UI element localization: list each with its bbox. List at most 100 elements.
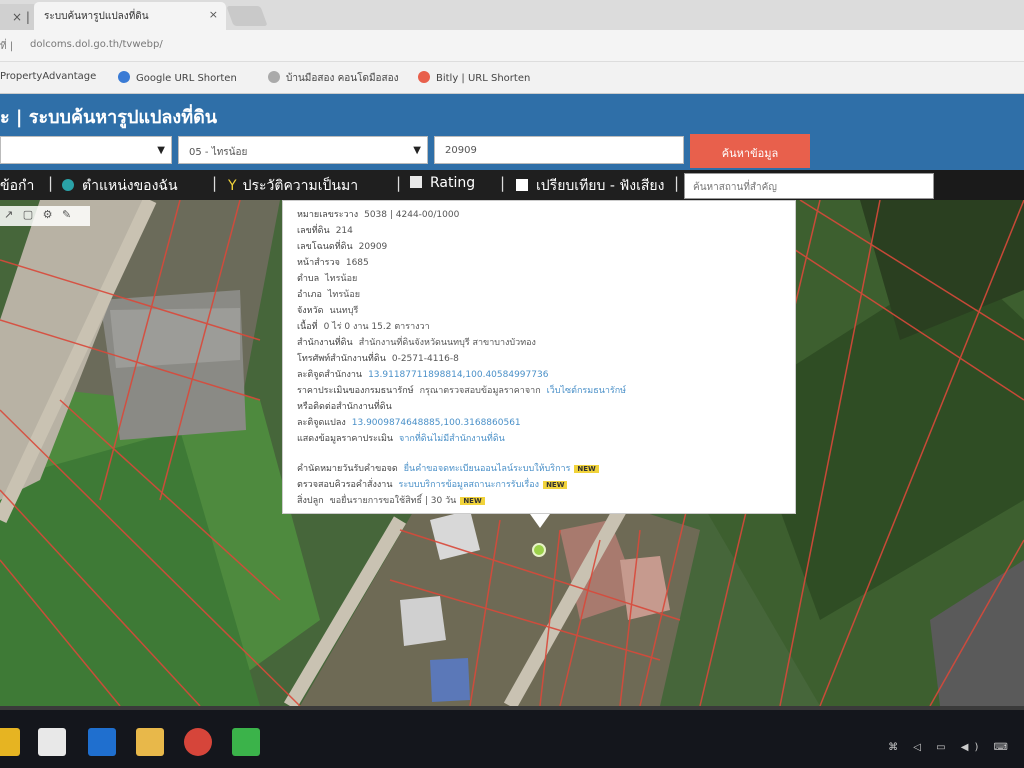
- system-tray[interactable]: ⌘ ◁ ▭ ◀) ⌨: [888, 742, 1014, 753]
- new-tab-button[interactable]: [226, 6, 268, 26]
- row-label: แสดงข้อมูลราคาประเมิน: [297, 434, 394, 444]
- popup-row: ราคาประเมินของกรมธนารักษ์ กรุณาตรวจสอบข้อ…: [297, 383, 626, 397]
- popup-row: หน้าสำรวจ 1685: [297, 255, 369, 269]
- chart-icon: [410, 176, 422, 188]
- toolbar-item-compare[interactable]: เปรียบเทียบ - ฟังเสียง: [516, 175, 664, 197]
- popup-row: ตำบล ไทรน้อย: [297, 271, 357, 285]
- toolbar-item-label: ตำแหน่งของฉัน: [82, 178, 178, 194]
- map-draw-tools: ↗ ▢ ⚙ ✎: [0, 206, 90, 226]
- row-value: 214: [335, 226, 353, 236]
- toolbar-item-my-location[interactable]: ตำแหน่งของฉัน: [62, 175, 178, 197]
- row-value: 0 ไร่ 0 งาน 15.2 ตารางวา: [323, 322, 430, 332]
- bookmark-baan-mue-song[interactable]: บ้านมือสอง คอนโดมือสอง: [268, 71, 399, 86]
- popup-row: อำเภอ ไทรน้อย: [297, 287, 360, 301]
- popup-row: สำนักงานที่ดิน สำนักงานที่ดินจังหวัดนนทบุ…: [297, 335, 536, 349]
- online-registration-link[interactable]: ยื่นคำขอจดทะเบียนออนไลน์ระบบให้บริการ: [404, 464, 571, 474]
- toolbar-item-label: Rating: [430, 175, 476, 191]
- appraisal-link[interactable]: จากที่ดินไม่มีสำนักงานที่ดิน: [399, 434, 505, 444]
- toolbar-item-history[interactable]: Y ประวัติความเป็นมา: [228, 175, 358, 197]
- popup-row: ละติจูดแปลง 13.9009874648885,100.31688605…: [297, 415, 521, 429]
- row-label: ละติจูดแปลง: [297, 418, 346, 428]
- popup-row: โทรศัพท์สำนักงานที่ดิน 0-2571-4116-8: [297, 351, 459, 365]
- checkbox-icon: [516, 179, 528, 191]
- address-prefix: ที่ |: [0, 41, 14, 52]
- bookmark-label: บ้านมือสอง คอนโดมือสอง: [286, 73, 399, 84]
- row-label: เลขที่ดิน: [297, 226, 330, 236]
- queue-status-link[interactable]: ระบบบริการข้อมูลสถานะการรับเรื่อง: [399, 480, 540, 490]
- store-icon[interactable]: [0, 728, 20, 756]
- parcel-info-popup: หมายเลขระวาง 5038 | 4244-00/1000 เลขที่ดิ…: [282, 200, 796, 514]
- parcel-marker-icon[interactable]: [532, 543, 546, 557]
- amphoe-select[interactable]: 05 - ไทรน้อย ▼: [178, 136, 428, 164]
- chevron-down-icon: ▼: [413, 145, 421, 156]
- landmark-search-input[interactable]: ค้นหาสถานที่สำคัญ: [684, 173, 934, 199]
- toolbar-item-rating[interactable]: Rating: [410, 175, 475, 191]
- row-value: ไทรน้อย: [327, 290, 360, 300]
- toolbar-separator: |: [212, 174, 218, 192]
- popup-pointer: [530, 514, 550, 528]
- bookmark-google-url-shorten[interactable]: Google URL Shorten: [118, 71, 237, 84]
- search-row: ▼ 05 - ไทรน้อย ▼ 20909 ค้นหาข้อมูล: [0, 134, 1024, 170]
- site-header: ะ | ระบบค้นหารูปแปลงที่ดิน: [0, 94, 1024, 134]
- row-label: เลขโฉนดที่ดิน: [297, 242, 353, 252]
- popup-row: หรือติดต่อสำนักงานที่ดิน: [297, 399, 392, 413]
- province-select[interactable]: ▼: [0, 136, 172, 164]
- tab-close-icon[interactable]: ×: [209, 8, 218, 21]
- row-value: 20909: [358, 242, 388, 252]
- office-latlng-link[interactable]: 13.91187711898814,100.40584997736: [368, 370, 548, 380]
- popup-note: สิ่งปลูก ขอยื่นรายการขอใช้สิทธิ์ | 30 วัน…: [297, 493, 485, 507]
- parcel-number-input[interactable]: 20909: [434, 136, 684, 164]
- app-icon[interactable]: [232, 728, 260, 756]
- row-label: หน้าสำรวจ: [297, 258, 340, 268]
- row-value: กรุณาตรวจสอบข้อมูลราคาจาก: [419, 386, 541, 396]
- globe-icon: [62, 179, 74, 191]
- bookmark-propertyadvantage[interactable]: PropertyAdvantage: [0, 71, 96, 82]
- note-value: ขอยื่นรายการขอใช้สิทธิ์ | 30 วัน: [329, 496, 457, 506]
- house-icon: [268, 71, 280, 83]
- popup-row: เลขที่ดิน 214: [297, 223, 353, 237]
- row-label: สำนักงานที่ดิน: [297, 338, 353, 348]
- rectangle-icon[interactable]: ▢: [23, 208, 33, 221]
- edge-icon[interactable]: [88, 728, 116, 756]
- map-toolbar: ข้อกำ | ตำแหน่งของฉัน | Y ประวัติความเป็น…: [0, 170, 690, 200]
- mail-icon[interactable]: [38, 728, 66, 756]
- tab-previous[interactable]: × |: [0, 4, 34, 30]
- pencil-icon[interactable]: ✎: [62, 208, 71, 221]
- popup-row: เลขโฉนดที่ดิน 20909: [297, 239, 387, 253]
- row-value: ไทรน้อย: [325, 274, 358, 284]
- parcel-latlng-link[interactable]: 13.9009874648885,100.3168860561: [352, 418, 521, 428]
- new-badge: NEW: [460, 497, 485, 505]
- search-button[interactable]: ค้นหาข้อมูล: [690, 134, 810, 168]
- new-badge: NEW: [574, 465, 599, 473]
- popup-note: ตรวจสอบคิวรอคำสั่งงาน ระบบบริการข้อมูลสถา…: [297, 477, 568, 491]
- toolbar-item-terms[interactable]: ข้อกำ: [0, 175, 34, 197]
- address-bar[interactable]: ที่ | dolcoms.dol.go.th/tvwebp/: [0, 30, 1024, 62]
- browser-tab-strip: × | ระบบค้นหารูปแปลงที่ดิน ×: [0, 0, 1024, 30]
- popup-row: เนื้อที่ 0 ไร่ 0 งาน 15.2 ตารางวา: [297, 319, 430, 333]
- popup-row: ละติจูดสำนักงาน 13.91187711898814,100.405…: [297, 367, 548, 381]
- row-label: หมายเลขระวาง: [297, 210, 359, 220]
- toolbar-separator: |: [396, 174, 402, 192]
- popup-row: จังหวัด นนทบุรี: [297, 303, 358, 317]
- toolbar-separator: |: [48, 174, 54, 192]
- row-value: สำนักงานที่ดินจังหวัดนนทบุรี สาขาบางบัวท…: [358, 338, 536, 348]
- bookmark-label: Google URL Shorten: [136, 73, 237, 84]
- page-title: ะ | ระบบค้นหารูปแปลงที่ดิน: [0, 107, 218, 128]
- note-label: คำนัดหมายวันรับคำขอจด: [297, 464, 398, 474]
- bookmark-label: Bitly | URL Shorten: [436, 73, 531, 84]
- url-text[interactable]: dolcoms.dol.go.th/tvwebp/: [30, 39, 163, 50]
- new-badge: NEW: [543, 481, 568, 489]
- google-icon: [118, 71, 130, 83]
- measure-icon[interactable]: ↗: [4, 208, 13, 221]
- bookmark-bitly[interactable]: Bitly | URL Shorten: [418, 71, 530, 84]
- note-label: ตรวจสอบคิวรอคำสั่งงาน: [297, 480, 393, 490]
- explorer-icon[interactable]: [136, 728, 164, 756]
- toolbar-item-label: เปรียบเทียบ - ฟังเสียง: [536, 178, 665, 194]
- tab-active[interactable]: ระบบค้นหารูปแปลงที่ดิน ×: [34, 2, 226, 30]
- bitly-icon: [418, 71, 430, 83]
- gear-icon[interactable]: ⚙: [43, 208, 53, 221]
- amphoe-select-value: 05 - ไทรน้อย: [189, 147, 248, 158]
- treasury-website-link[interactable]: เว็บไซต์กรมธนารักษ์: [547, 386, 626, 396]
- popup-row: แสดงข้อมูลราคาประเมิน จากที่ดินไม่มีสำนัก…: [297, 431, 505, 445]
- chrome-icon[interactable]: [184, 728, 212, 756]
